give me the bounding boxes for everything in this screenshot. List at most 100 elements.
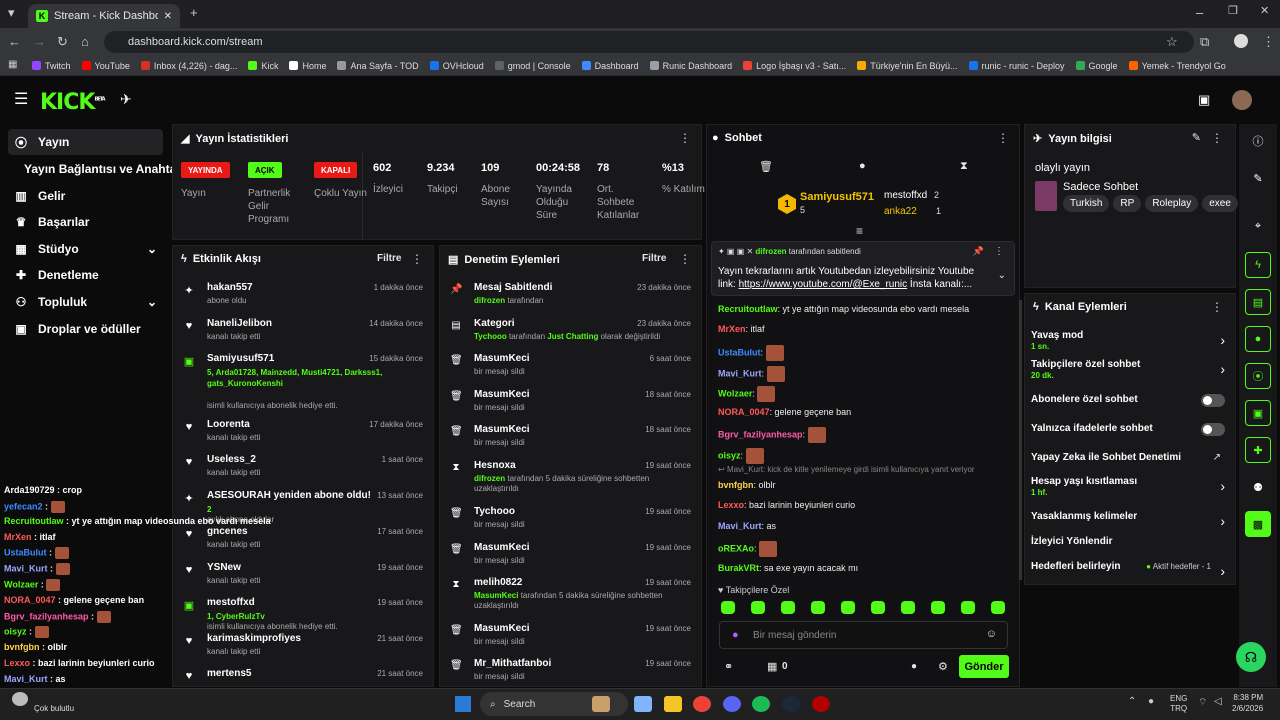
moderation-target[interactable]: MasumKeci bbox=[474, 424, 530, 435]
bookmark-item[interactable]: gmod | Console bbox=[494, 61, 571, 71]
chat-message[interactable]: BurakVRt: sa exe yayın acacak mı bbox=[718, 563, 858, 573]
bolt-icon[interactable]: ϟ bbox=[1245, 252, 1271, 278]
points-icon[interactable]: ⚭ bbox=[724, 660, 733, 673]
back-icon[interactable]: ← bbox=[8, 35, 21, 48]
chat-message[interactable]: Wolzaer: bbox=[718, 386, 776, 402]
channel-action-row[interactable]: Takipçilere özel sohbet 20 dk. › bbox=[1031, 359, 1229, 381]
wallet-icon[interactable]: ▣ bbox=[1198, 93, 1210, 106]
stream-info-menu-icon[interactable]: ⋮ bbox=[1211, 131, 1223, 145]
reload-icon[interactable]: ↻ bbox=[57, 35, 68, 48]
tab-search-icon[interactable]: ▾ bbox=[8, 6, 15, 19]
list-item[interactable]: ✦ hakan557 abone oldu 1 dakika önce bbox=[183, 282, 423, 314]
list-item[interactable]: ▣ Samiyusuf571 5, Arda01728, Mainzedd, Mus… bbox=[183, 353, 423, 410]
bookmark-item[interactable]: Inbox (4,226) - dag... bbox=[140, 61, 237, 71]
emote-icon[interactable] bbox=[841, 601, 855, 614]
table-row[interactable]: 🗑 Tychooo bir mesajı sildi 19 saat önce bbox=[450, 506, 691, 540]
second-gifter-name[interactable]: mestoffxd bbox=[884, 190, 927, 201]
channel-action-row[interactable]: Yalnızca ifadelerle sohbet bbox=[1031, 423, 1229, 445]
chevron-right-icon[interactable]: › bbox=[1220, 513, 1225, 529]
steam-icon[interactable] bbox=[782, 696, 800, 712]
chat-username[interactable]: Recruitoutlaw bbox=[718, 304, 778, 314]
extensions-icon[interactable]: ⧉ bbox=[1200, 35, 1209, 48]
chat-username[interactable]: oisyz bbox=[718, 450, 741, 460]
tag-chip[interactable]: RP bbox=[1113, 195, 1142, 212]
tab-close-icon[interactable]: ✕ bbox=[164, 11, 172, 22]
chat-username[interactable]: bvnfgbn bbox=[718, 480, 754, 490]
table-row[interactable]: ⧗ Hesnoxa difrozen tarafından 5 dakika sür… bbox=[450, 460, 691, 494]
volume-icon[interactable]: ◁ bbox=[1214, 696, 1222, 707]
new-tab-icon[interactable]: + bbox=[190, 6, 198, 19]
kick-logo[interactable]: KICKBETA bbox=[40, 90, 106, 115]
bookmark-item[interactable]: Runic Dashboard bbox=[649, 61, 732, 71]
list-item[interactable]: ♥ Useless_2 kanalı takip etti 1 saat önce bbox=[183, 454, 423, 486]
moderator-name[interactable]: difrozen bbox=[474, 474, 505, 483]
chat-username[interactable]: MrXen bbox=[718, 324, 746, 334]
bookmark-item[interactable]: runic - runic - Deploy bbox=[968, 61, 1065, 71]
spotify-icon[interactable] bbox=[752, 696, 770, 712]
table-row[interactable]: ▤ Kategori Tychooo tarafından Just Chattin… bbox=[450, 318, 691, 352]
emote-icon[interactable] bbox=[931, 601, 945, 614]
users-icon[interactable]: ⚉ bbox=[1245, 474, 1271, 500]
document-icon[interactable]: ▤ bbox=[1245, 289, 1271, 315]
sidebar-item-2[interactable]: ▥ Gelir bbox=[8, 183, 163, 209]
minimize-icon[interactable]: – bbox=[1196, 6, 1203, 19]
sidebar-item-7[interactable]: ▣ Droplar ve ödüller bbox=[8, 316, 163, 342]
chevron-right-icon[interactable]: › bbox=[1220, 332, 1225, 348]
emote-icon[interactable] bbox=[721, 601, 735, 614]
table-row[interactable]: 🗑 MasumKeci bir mesajı sildi 19 saat önce bbox=[450, 623, 691, 657]
category-name[interactable]: Sadece Sohbet bbox=[1063, 181, 1138, 193]
channel-action-row[interactable]: Hedefleri belirleyin › ● Aktif hedefler - … bbox=[1031, 561, 1229, 583]
chevron-right-icon[interactable]: › bbox=[1220, 478, 1225, 494]
table-row[interactable]: 🗑 MasumKeci bir mesajı sildi 19 saat önce bbox=[450, 542, 691, 576]
bookmark-item[interactable]: Ana Sayfa - TOD bbox=[337, 61, 419, 71]
chat-bubble-icon[interactable]: ● bbox=[911, 661, 917, 672]
list-item[interactable]: ♥ karimaskimprofiyes kanalı takip etti 21 s… bbox=[183, 633, 423, 665]
bookmark-item[interactable]: YouTube bbox=[81, 61, 130, 71]
event-username[interactable]: gncenes bbox=[207, 526, 248, 537]
broadcast-icon[interactable]: ⦿ bbox=[1245, 363, 1271, 389]
emote-icon[interactable] bbox=[901, 601, 915, 614]
bookmark-item[interactable]: OVHcloud bbox=[429, 61, 484, 71]
table-row[interactable]: 🗑 Mr_Mithatfanboi bir mesajı sildi 19 saat … bbox=[450, 658, 691, 686]
bookmark-item[interactable]: Twitch bbox=[32, 61, 71, 71]
bookmark-item[interactable]: Google bbox=[1075, 61, 1118, 71]
url-input[interactable]: dashboard.kick.com/stream bbox=[104, 31, 1194, 53]
tool-icon[interactable]: ✚ bbox=[1245, 437, 1271, 463]
bookmark-item[interactable]: Logo İşbaşı v3 - Satı... bbox=[743, 61, 846, 71]
moderation-filter-button[interactable]: Filtre bbox=[642, 253, 666, 264]
wifi-icon[interactable]: ⌔ bbox=[1198, 696, 1207, 709]
chat-username[interactable]: oREXAo bbox=[718, 543, 754, 553]
chat-icon[interactable]: ● bbox=[1245, 326, 1271, 352]
sidebar-item-1[interactable]: Yayın Bağlantısı ve Anahtarı bbox=[8, 156, 184, 182]
chrome-menu-icon[interactable]: ⋮ bbox=[1262, 35, 1275, 48]
event-username[interactable]: karimaskimprofiyes bbox=[207, 633, 301, 644]
discord-icon[interactable] bbox=[723, 696, 741, 712]
moderation-target[interactable]: MasumKeci bbox=[474, 353, 530, 364]
home-icon[interactable]: ⌂ bbox=[81, 35, 89, 48]
event-username[interactable]: Samiyusuf571 bbox=[207, 353, 274, 364]
edit-icon[interactable]: ✎ bbox=[1245, 165, 1271, 191]
bookmark-item[interactable]: Home bbox=[289, 61, 326, 71]
bookmark-item[interactable]: Türkiye'nin En Büyü... bbox=[857, 61, 958, 71]
moderation-target[interactable]: MasumKeci bbox=[474, 542, 530, 553]
chat-menu-icon[interactable]: ⋮ bbox=[997, 131, 1009, 145]
chat-message[interactable]: Mavi_Kurt: bbox=[718, 366, 785, 382]
windows-start-icon[interactable] bbox=[455, 696, 471, 712]
pinned-menu-icon[interactable]: ⋮ bbox=[994, 246, 1004, 257]
category-thumbnail[interactable] bbox=[1035, 181, 1057, 211]
pin-icon[interactable]: ✈ bbox=[120, 92, 132, 106]
trash-icon[interactable]: 🗑 bbox=[759, 160, 773, 173]
chevron-down-icon[interactable]: ⌄ bbox=[147, 242, 157, 256]
moderator-name[interactable]: difrozen bbox=[474, 296, 505, 305]
tag-chip[interactable]: exee bbox=[1202, 195, 1238, 212]
sidebar-item-6[interactable]: ⚇ Topluluk ⌄ bbox=[8, 289, 163, 315]
forward-icon[interactable]: → bbox=[33, 35, 46, 48]
emoji-icon[interactable]: ☺ bbox=[986, 628, 997, 640]
chat-username[interactable]: BurakVRt bbox=[718, 563, 759, 573]
stats-menu-icon[interactable]: ⋮ bbox=[679, 131, 691, 145]
moderation-target[interactable]: Tychooo bbox=[474, 506, 515, 517]
moderation-menu-icon[interactable]: ⋮ bbox=[679, 252, 691, 266]
moderation-target[interactable]: Hesnoxa bbox=[474, 460, 516, 471]
pinned-expand-icon[interactable]: ⌄ bbox=[998, 270, 1006, 281]
event-username[interactable]: mertens5 bbox=[207, 668, 251, 679]
